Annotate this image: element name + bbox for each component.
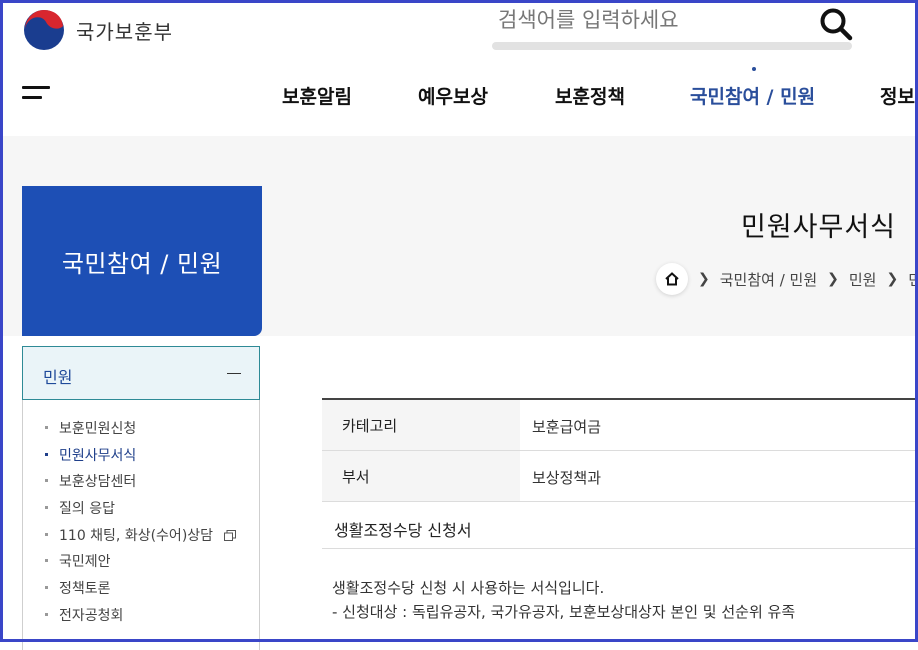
search-input[interactable]: 검색어를 입력하세요 <box>498 4 679 34</box>
site-name: 국가보훈부 <box>76 19 173 44</box>
lnb-header[interactable]: 민원 <box>22 346 260 400</box>
table-header-cell: 카테고리 <box>322 400 520 450</box>
lnb-item[interactable]: 보훈상담센터 <box>45 471 236 498</box>
gnb-item-policy[interactable]: 보훈정책 <box>555 82 625 109</box>
chevron-right-icon: ❯ <box>886 271 899 287</box>
breadcrumb-item[interactable]: 민원 <box>849 269 877 290</box>
table-divider <box>322 501 918 502</box>
section-title: 국민참여 / 민원 <box>22 186 262 336</box>
new-window-icon <box>223 530 236 542</box>
department-value: 보상정책과 <box>532 469 602 487</box>
gnb-item-participation[interactable]: 국민참여 / 민원 <box>690 82 815 109</box>
lnb-header-label: 민원 <box>43 368 73 387</box>
breadcrumb: ❯ 국민참여 / 민원 ❯ 민원 ❯ 민 <box>656 262 918 296</box>
chevron-right-icon: ❯ <box>698 271 710 287</box>
lnb-menu: 보훈민원신청 민원사무서식 보훈상담센터 질의 응답 110 채팅, 화상(수어… <box>22 400 260 650</box>
search-box[interactable]: 검색어를 입력하세요 <box>492 0 854 52</box>
description-line: 생활조정수당 신청 시 사용하는 서식입니다. <box>332 579 605 597</box>
search-underline <box>492 42 852 50</box>
breadcrumb-item[interactable]: 국민참여 / 민원 <box>720 269 817 290</box>
breadcrumb-item[interactable]: 민 <box>908 269 918 290</box>
site-logo[interactable]: 국가보훈부 <box>22 8 173 52</box>
lnb-item[interactable]: 정책토론 <box>45 578 236 605</box>
description-line: - 신청대상 : 독립유공자, 국가유공자, 보훈보상대상자 본인 및 선순위 … <box>332 603 796 621</box>
collapse-icon[interactable] <box>227 373 241 374</box>
page-title: 민원사무서식 <box>740 212 896 243</box>
table-divider <box>322 548 918 549</box>
active-indicator-dot <box>752 67 756 71</box>
lnb-item[interactable]: 보훈민원신청 <box>45 418 236 445</box>
lnb-item[interactable]: 전자공청회 <box>45 605 236 632</box>
search-icon[interactable] <box>818 6 854 42</box>
gnb-item-compensation[interactable]: 예우보상 <box>418 82 488 109</box>
taegeuk-logo-icon <box>24 10 64 50</box>
lnb-item-current[interactable]: 민원사무서식 <box>45 445 236 472</box>
home-icon[interactable] <box>656 263 688 295</box>
lnb-item[interactable]: 110 채팅, 화상(수어)상담 <box>45 525 236 552</box>
lnb-item[interactable]: 국민제안 <box>45 551 236 578</box>
gnb-item-info[interactable]: 정보 <box>880 82 915 109</box>
menu-icon[interactable] <box>22 86 50 102</box>
lnb-item[interactable]: 질의 응답 <box>45 498 236 525</box>
category-value: 보훈급여금 <box>532 418 602 436</box>
chevron-right-icon: ❯ <box>827 271 839 287</box>
table-header-cell: 부서 <box>322 451 520 501</box>
document-title: 생활조정수당 신청서 <box>334 521 472 540</box>
gnb-item-notice[interactable]: 보훈알림 <box>282 82 352 109</box>
